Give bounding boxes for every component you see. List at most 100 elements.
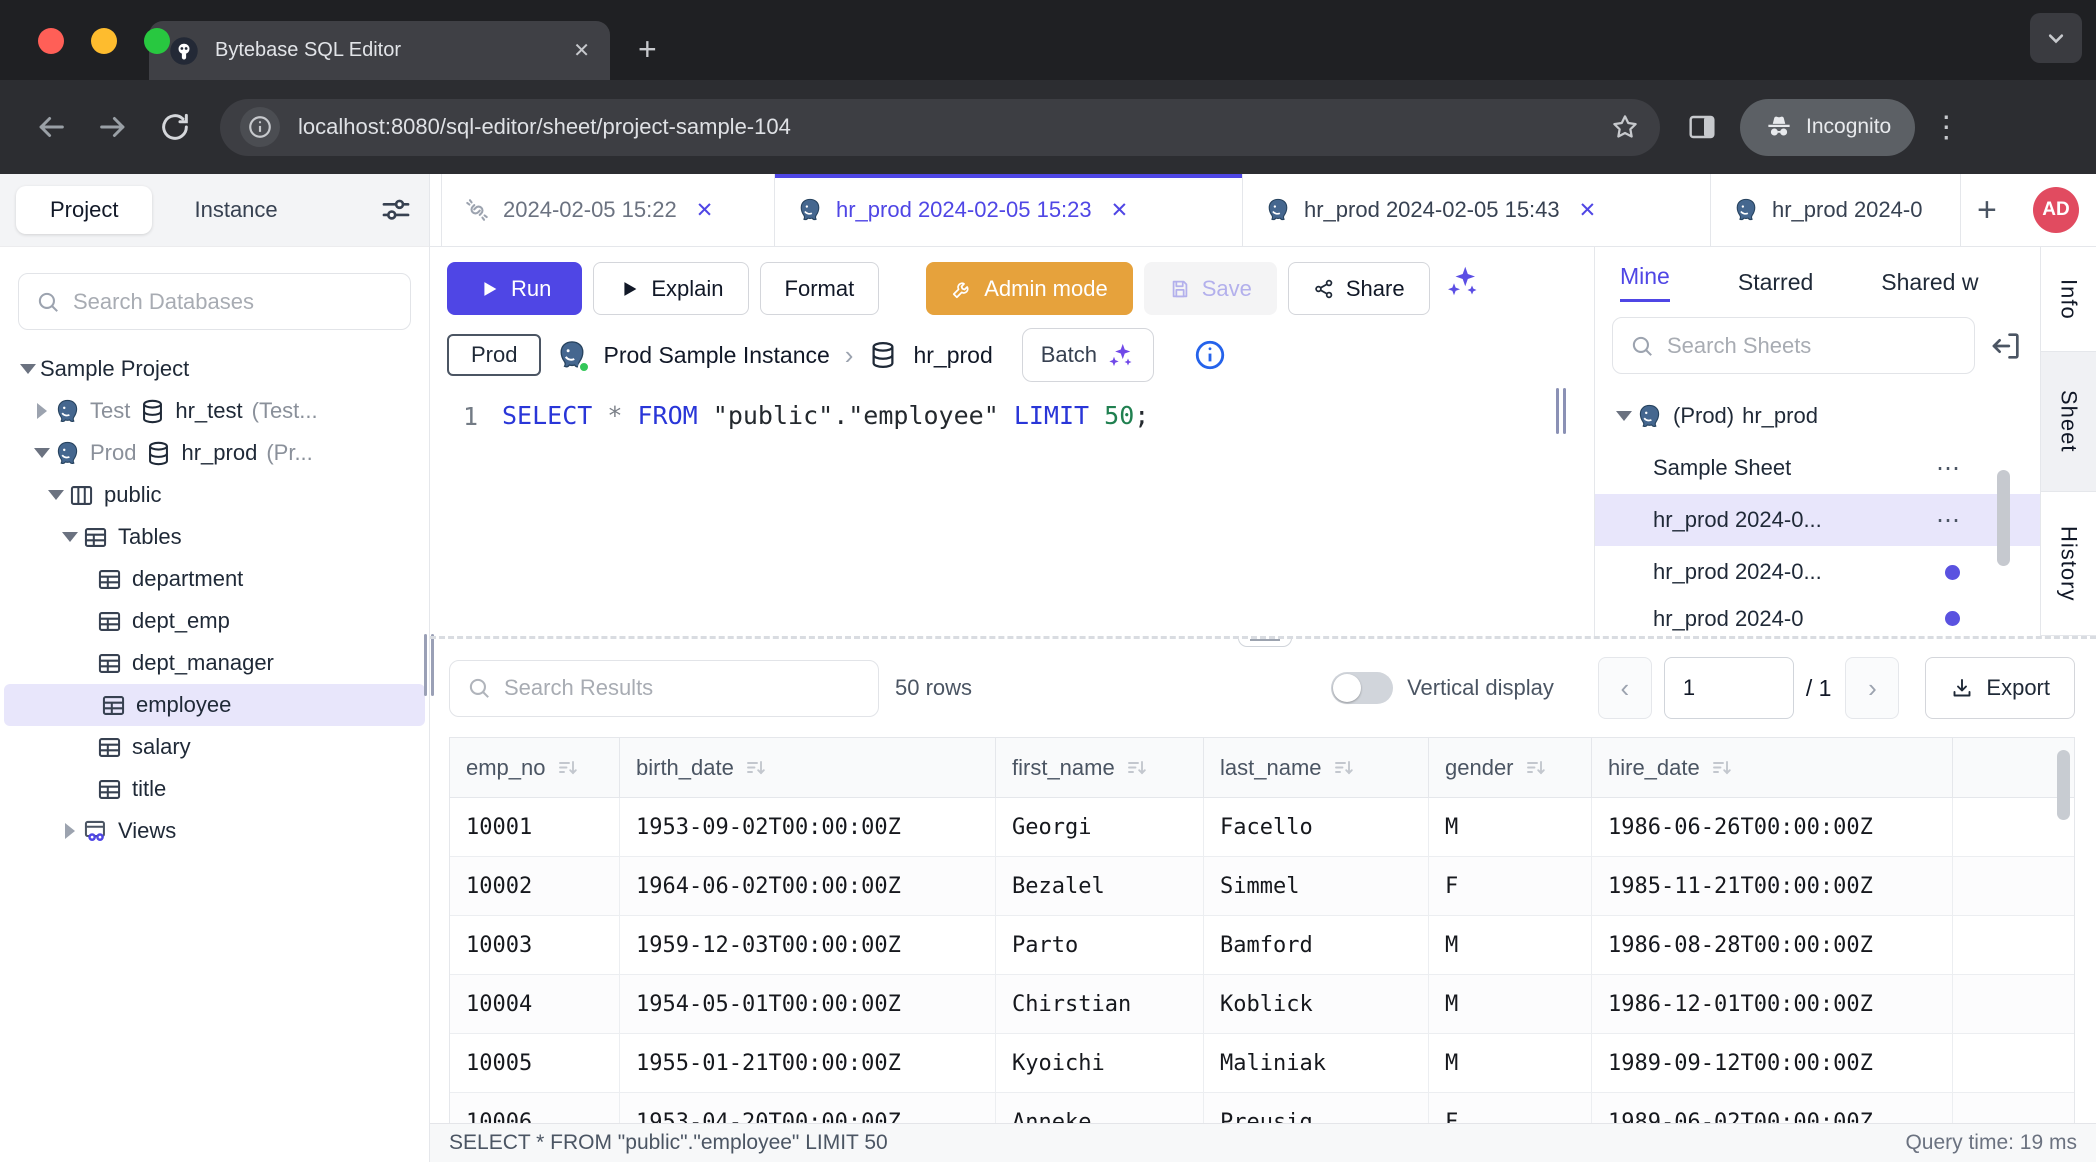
bookmark-star-icon[interactable] <box>1610 112 1640 142</box>
close-tab-icon[interactable]: ✕ <box>1579 198 1597 223</box>
run-button[interactable]: Run <box>447 262 582 315</box>
tree-item[interactable]: public <box>0 474 429 516</box>
tree-item[interactable]: salary <box>0 726 429 768</box>
column-header[interactable]: hire_date <box>1592 738 1953 798</box>
tree-item[interactable]: Views <box>0 810 429 852</box>
sheet-list-scrollbar[interactable] <box>1997 470 2010 566</box>
info-icon[interactable] <box>1193 338 1227 372</box>
tree-item[interactable]: Tables <box>0 516 429 558</box>
editor-tab[interactable]: hr_prod 2024-02-05 15:43✕ <box>1243 174 1711 246</box>
table-cell[interactable]: 10001 <box>450 798 620 857</box>
batch-button[interactable]: Batch <box>1022 328 1154 382</box>
filter-sliders-icon[interactable] <box>379 193 413 227</box>
table-cell[interactable]: Chirstian <box>996 975 1204 1034</box>
column-header[interactable]: first_name <box>996 738 1204 798</box>
tree-item[interactable]: department <box>0 558 429 600</box>
caret-down-icon[interactable] <box>1612 404 1636 428</box>
table-cell[interactable]: 10005 <box>450 1034 620 1093</box>
new-browser-tab-icon[interactable]: + <box>638 31 657 68</box>
table-cell[interactable]: Simmel <box>1204 857 1429 916</box>
next-page-button[interactable]: › <box>1845 657 1899 719</box>
site-info-icon[interactable] <box>240 107 280 147</box>
editor-tab[interactable]: hr_prod 2024-0 <box>1711 174 1961 246</box>
table-cell[interactable]: Anneke <box>996 1093 1204 1123</box>
tab-shared[interactable]: Shared w <box>1881 269 1978 296</box>
share-button[interactable]: Share <box>1288 262 1430 315</box>
admin-mode-button[interactable]: Admin mode <box>926 262 1133 315</box>
table-cell[interactable]: 10002 <box>450 857 620 916</box>
tab-starred[interactable]: Starred <box>1738 269 1813 296</box>
table-cell[interactable]: 1954-05-01T00:00:00Z <box>620 975 996 1034</box>
tab-mine[interactable]: Mine <box>1620 263 1670 302</box>
side-tab-info[interactable]: Info <box>2041 247 2096 352</box>
sheet-item-menu-icon[interactable]: ⋯ <box>1936 454 1960 483</box>
close-window-button[interactable] <box>38 28 64 54</box>
format-button[interactable]: Format <box>760 262 880 315</box>
table-cell[interactable]: 1989-09-12T00:00:00Z <box>1592 1034 1953 1093</box>
side-tab-history[interactable]: History <box>2041 492 2096 636</box>
tree-item[interactable]: dept_manager <box>0 642 429 684</box>
table-cell[interactable]: M <box>1429 975 1592 1034</box>
table-cell[interactable]: 1989-06-02T00:00:00Z <box>1592 1093 1953 1123</box>
browser-menu-icon[interactable]: ⋮ <box>1931 110 1961 145</box>
tree-item[interactable]: Testhr_test(Test... <box>0 390 429 432</box>
tree-item[interactable]: title <box>0 768 429 810</box>
minimize-window-button[interactable] <box>91 28 117 54</box>
table-cell[interactable]: 1953-09-02T00:00:00Z <box>620 798 996 857</box>
browser-tab[interactable]: Bytebase SQL Editor ✕ <box>149 21 610 80</box>
collapse-panel-icon[interactable] <box>1989 329 2023 363</box>
maximize-window-button[interactable] <box>144 28 170 54</box>
search-sheets-input[interactable]: Search Sheets <box>1612 317 1975 374</box>
tab-search-chevron-button[interactable] <box>2030 13 2082 63</box>
sheet-item-menu-icon[interactable]: ⋯ <box>1936 506 1960 535</box>
table-cell[interactable]: F <box>1429 1093 1592 1123</box>
back-icon[interactable] <box>34 110 68 144</box>
tree-item[interactable]: dept_emp <box>0 600 429 642</box>
column-header[interactable]: last_name <box>1204 738 1429 798</box>
table-cell[interactable]: 1986-08-28T00:00:00Z <box>1592 916 1953 975</box>
panel-resize-grip[interactable] <box>1556 388 1566 434</box>
table-cell[interactable]: Bezalel <box>996 857 1204 916</box>
table-cell[interactable]: Koblick <box>1204 975 1429 1034</box>
results-scrollbar[interactable] <box>2057 750 2070 820</box>
table-cell[interactable]: 1986-06-26T00:00:00Z <box>1592 798 1953 857</box>
caret-down-icon[interactable] <box>30 441 54 465</box>
table-cell[interactable]: Parto <box>996 916 1204 975</box>
side-tab-sheet[interactable]: Sheet <box>2041 352 2096 492</box>
caret-right-icon[interactable] <box>30 399 54 423</box>
close-tab-icon[interactable]: ✕ <box>696 198 714 223</box>
ai-sparkles-icon[interactable] <box>1445 263 1481 299</box>
sql-code-editor[interactable]: 1 SELECT * FROM "public"."employee" LIMI… <box>430 401 1594 431</box>
table-cell[interactable]: 10004 <box>450 975 620 1034</box>
table-cell[interactable]: 10006 <box>450 1093 620 1123</box>
table-cell[interactable]: 1964-06-02T00:00:00Z <box>620 857 996 916</box>
caret-down-icon[interactable] <box>16 357 40 381</box>
save-button[interactable]: Save <box>1144 262 1277 315</box>
table-cell[interactable]: Preusig <box>1204 1093 1429 1123</box>
table-cell[interactable]: F <box>1429 857 1592 916</box>
page-number-input[interactable]: 1 <box>1664 657 1794 719</box>
tab-instance[interactable]: Instance <box>194 197 277 223</box>
table-cell[interactable]: Maliniak <box>1204 1034 1429 1093</box>
table-cell[interactable]: Kyoichi <box>996 1034 1204 1093</box>
table-cell[interactable]: Facello <box>1204 798 1429 857</box>
caret-right-icon[interactable] <box>58 819 82 843</box>
table-cell[interactable]: M <box>1429 916 1592 975</box>
column-header[interactable]: gender <box>1429 738 1592 798</box>
table-cell[interactable]: M <box>1429 1034 1592 1093</box>
table-cell[interactable]: Georgi <box>996 798 1204 857</box>
editor-tab[interactable]: hr_prod 2024-02-05 15:23✕ <box>775 174 1243 246</box>
table-cell[interactable]: 1959-12-03T00:00:00Z <box>620 916 996 975</box>
tree-item[interactable]: Sample Project <box>0 348 429 390</box>
export-button[interactable]: Export <box>1925 657 2075 719</box>
prev-page-button[interactable]: ‹ <box>1598 657 1652 719</box>
sheet-list-item[interactable]: Sample Sheet⋯ <box>1595 442 2040 494</box>
explain-button[interactable]: Explain <box>593 262 748 315</box>
sheet-list-item[interactable]: hr_prod 2024-0...⋯ <box>1595 494 2040 546</box>
url-bar[interactable]: localhost:8080/sql-editor/sheet/project-… <box>220 99 1660 156</box>
caret-down-icon[interactable] <box>44 483 68 507</box>
column-header[interactable]: birth_date <box>620 738 996 798</box>
table-cell[interactable]: 1955-01-21T00:00:00Z <box>620 1034 996 1093</box>
caret-down-icon[interactable] <box>58 525 82 549</box>
tree-item[interactable]: Prodhr_prod(Pr... <box>0 432 429 474</box>
